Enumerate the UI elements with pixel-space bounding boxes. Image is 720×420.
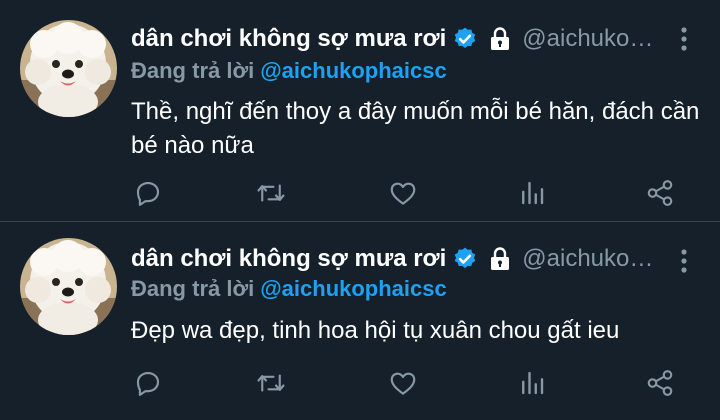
analytics-button[interactable] — [517, 368, 547, 398]
share-button[interactable] — [645, 368, 675, 398]
reply-icon — [136, 181, 160, 206]
retweet-button[interactable] — [256, 178, 286, 208]
retweet-button[interactable] — [256, 368, 286, 398]
tweet-header: dân chơi không sợ mưa rơi @aichuko… — [131, 242, 680, 276]
tweet-actions — [0, 178, 720, 212]
reply-button[interactable] — [133, 368, 163, 398]
tweet-text: Đẹp wa đẹp, tinh hoa hội tụ xuân chou gấ… — [131, 317, 620, 344]
user-handle[interactable]: @aichuko… — [522, 25, 653, 53]
tweet-text: Thề, nghĩ đến thoy a đây muốn mỗi bé hăn… — [131, 98, 700, 159]
reply-mention-link[interactable]: @aichukophaicsc — [260, 276, 447, 301]
reply-prefix: Đang trả lời — [131, 58, 255, 83]
display-name[interactable]: dân chơi không sợ mưa rơi — [131, 245, 446, 273]
reply-context: Đang trả lời @aichukophaicsc — [131, 58, 447, 84]
white-dog-avatar-icon — [20, 20, 117, 117]
like-button[interactable] — [388, 178, 418, 208]
reply-context: Đang trả lời @aichukophaicsc — [131, 276, 447, 302]
avatar[interactable] — [20, 20, 117, 117]
reply-button[interactable] — [133, 178, 163, 208]
lock-icon — [491, 247, 510, 270]
reply-mention-link[interactable]: @aichukophaicsc — [260, 58, 447, 83]
analytics-icon — [522, 181, 544, 205]
verified-badge-icon — [454, 27, 476, 48]
verified-badge-icon — [454, 247, 476, 268]
tweet[interactable]: dân chơi không sợ mưa rơi @aichuko… Đang… — [0, 0, 720, 222]
user-handle[interactable]: @aichuko… — [522, 245, 653, 273]
analytics-button[interactable] — [517, 178, 547, 208]
retweet-icon — [257, 374, 285, 392]
like-icon — [390, 372, 416, 395]
share-icon — [647, 180, 673, 206]
display-name[interactable]: dân chơi không sợ mưa rơi — [131, 25, 446, 53]
more-options-icon[interactable] — [680, 248, 688, 274]
share-icon — [647, 370, 673, 396]
lock-icon — [491, 27, 510, 50]
more-options-icon[interactable] — [680, 26, 688, 52]
analytics-icon — [522, 371, 544, 395]
white-dog-avatar-icon — [20, 238, 117, 335]
like-button[interactable] — [388, 368, 418, 398]
share-button[interactable] — [645, 178, 675, 208]
timeline: dân chơi không sợ mưa rơi @aichuko… Đang… — [0, 0, 720, 420]
tweet-actions — [0, 368, 720, 402]
tweet-header: dân chơi không sợ mưa rơi @aichuko… — [131, 22, 680, 56]
tweet[interactable]: dân chơi không sợ mưa rơi @aichuko… Đang… — [0, 224, 720, 420]
like-icon — [390, 182, 416, 205]
avatar[interactable] — [20, 238, 117, 335]
retweet-icon — [257, 184, 285, 202]
reply-prefix: Đang trả lời — [131, 276, 255, 301]
reply-icon — [136, 371, 160, 396]
